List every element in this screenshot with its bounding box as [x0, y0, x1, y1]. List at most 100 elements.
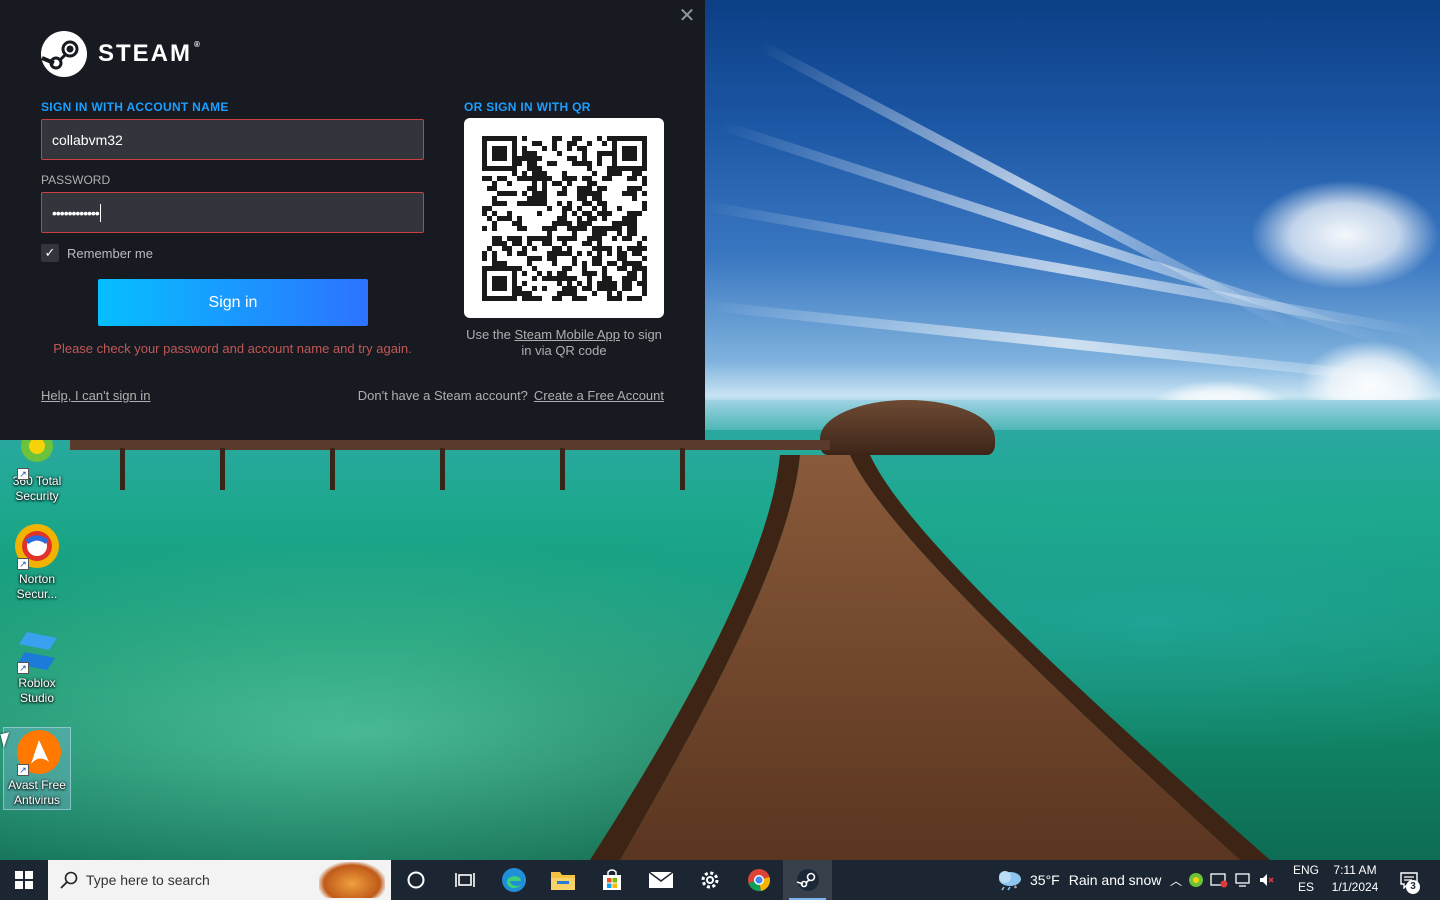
- qr-module: [562, 206, 567, 211]
- text-caret: [99, 203, 101, 222]
- qr-module: [497, 261, 502, 266]
- qr-module: [512, 221, 517, 226]
- action-center-button[interactable]: 3: [1394, 860, 1424, 900]
- qr-module: [632, 231, 637, 236]
- qr-module: [497, 191, 502, 196]
- close-icon[interactable]: ✕: [675, 4, 699, 28]
- qr-module: [527, 296, 532, 301]
- qr-module: [602, 216, 607, 221]
- qr-module: [582, 176, 587, 181]
- qr-module: [617, 226, 622, 231]
- remember-me-label: Remember me: [67, 245, 153, 261]
- qr-module: [547, 161, 552, 166]
- qr-module: [637, 241, 642, 246]
- input-language-indicator[interactable]: ENG ES: [1292, 862, 1320, 896]
- qr-module: [602, 176, 607, 181]
- weather-temperature: 35°F: [1030, 872, 1060, 888]
- qr-module: [497, 241, 502, 246]
- qr-module: [577, 146, 582, 151]
- qr-module: [522, 191, 527, 196]
- taskbar-task-view[interactable]: [440, 860, 489, 900]
- qr-module: [537, 166, 542, 171]
- 360-tray-icon[interactable]: [1188, 872, 1204, 888]
- weather-widget[interactable]: * 35°F Rain and snow: [996, 860, 1161, 900]
- qr-module: [642, 246, 647, 251]
- qr-module: [622, 281, 627, 286]
- steam-logo: STEAM ®: [40, 30, 202, 78]
- qr-module: [537, 236, 542, 241]
- qr-module: [582, 221, 587, 226]
- qr-module: [552, 141, 557, 146]
- network-icon[interactable]: [1234, 872, 1252, 888]
- qr-module: [582, 266, 587, 271]
- qr-module: [567, 251, 572, 256]
- qr-module: [627, 226, 632, 231]
- qr-module: [567, 286, 572, 291]
- qr-module: [597, 191, 602, 196]
- qr-module: [572, 161, 577, 166]
- taskbar-steam[interactable]: [783, 860, 832, 900]
- qr-module: [542, 286, 547, 291]
- desktop-icon-avast-antivirus[interactable]: ↗ Avast Free Antivirus: [3, 727, 71, 810]
- qr-module: [562, 241, 567, 246]
- qr-module: [517, 216, 522, 221]
- volume-muted-icon[interactable]: [1258, 872, 1276, 888]
- desktop-icon-360-total-security[interactable]: ↗ 360 Total Security: [4, 430, 70, 504]
- shortcut-arrow-icon: ↗: [17, 558, 29, 570]
- qr-module: [522, 271, 527, 276]
- qr-module: [497, 216, 502, 221]
- qr-module: [597, 201, 602, 206]
- sign-in-button[interactable]: Sign in: [98, 279, 368, 326]
- qr-module: [572, 256, 577, 261]
- security-alert-tray-icon[interactable]: [1210, 872, 1228, 888]
- taskbar-chrome[interactable]: [734, 860, 783, 900]
- qr-module: [537, 296, 542, 301]
- start-button[interactable]: [0, 860, 48, 900]
- create-account-link[interactable]: Create a Free Account: [534, 388, 664, 403]
- qr-module: [567, 226, 572, 231]
- qr-module: [557, 221, 562, 226]
- desktop-icon-norton-security[interactable]: ↗ Norton Secur...: [4, 522, 70, 602]
- qr-module: [632, 196, 637, 201]
- qr-module: [532, 141, 537, 146]
- qr-module: [532, 196, 537, 201]
- qr-module: [562, 271, 567, 276]
- taskbar-microsoft-store[interactable]: [587, 860, 636, 900]
- taskbar-search-box[interactable]: Type here to search: [48, 860, 391, 900]
- taskbar-clock[interactable]: 7:11 AM 1/1/2024: [1328, 862, 1382, 896]
- qr-module: [482, 206, 487, 211]
- account-name-field[interactable]: collabvm32: [41, 119, 424, 160]
- qr-module: [587, 201, 592, 206]
- taskbar-settings[interactable]: [685, 860, 734, 900]
- taskbar-cortana[interactable]: [391, 860, 440, 900]
- qr-module: [602, 276, 607, 281]
- taskbar-edge[interactable]: [489, 860, 538, 900]
- qr-module: [617, 251, 622, 256]
- avast-antivirus-icon: ↗: [13, 728, 61, 776]
- qr-module: [582, 241, 587, 246]
- password-field[interactable]: ••••••••••••: [41, 192, 424, 233]
- qr-module: [502, 191, 507, 196]
- qr-module: [507, 191, 512, 196]
- qr-module: [537, 141, 542, 146]
- qr-module: [557, 271, 562, 276]
- taskbar-file-explorer[interactable]: [538, 860, 587, 900]
- show-hidden-icons-chevron-icon[interactable]: ︿: [1170, 872, 1182, 889]
- chrome-icon: [747, 869, 770, 892]
- qr-module: [627, 296, 632, 301]
- desktop-icon-roblox-studio[interactable]: ↗ Roblox Studio: [4, 626, 70, 706]
- qr-module: [557, 251, 562, 256]
- qr-module: [532, 201, 537, 206]
- qr-module: [602, 211, 607, 216]
- qr-module: [557, 236, 562, 241]
- qr-module: [607, 251, 612, 256]
- keyboard-layout-code: ES: [1297, 880, 1314, 894]
- remember-me-checkbox[interactable]: ✓ Remember me: [41, 244, 153, 262]
- qr-module: [642, 281, 647, 286]
- help-cant-sign-in-link[interactable]: Help, I can't sign in: [41, 388, 150, 403]
- steam-mobile-app-link[interactable]: Steam Mobile App: [514, 327, 620, 342]
- qr-module: [577, 221, 582, 226]
- taskbar-mail[interactable]: [636, 860, 685, 900]
- qr-module: [612, 171, 617, 176]
- qr-module: [597, 246, 602, 251]
